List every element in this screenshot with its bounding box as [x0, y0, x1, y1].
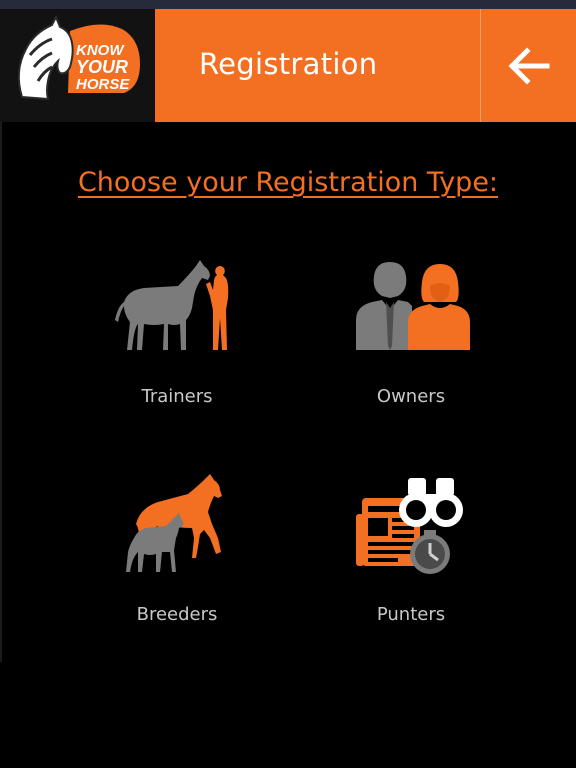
status-bar	[0, 0, 576, 9]
owners-label: Owners	[376, 386, 446, 407]
back-button[interactable]	[481, 9, 576, 122]
owners-people-icon	[356, 262, 470, 350]
breeders-option[interactable]: Breeders	[82, 468, 272, 658]
trainer-horse-icon	[115, 260, 229, 350]
mare-foal-icon	[126, 474, 222, 572]
trainers-label: Trainers	[141, 386, 213, 407]
page-title: Registration	[199, 47, 378, 81]
newspaper-binoculars-stopwatch-icon	[356, 478, 463, 574]
trainers-option[interactable]: Trainers	[82, 250, 272, 440]
arrow-left-icon	[507, 46, 549, 85]
punters-option[interactable]: Punters	[316, 468, 506, 658]
app-header: KNOW YOUR HORSE Registration	[0, 9, 576, 122]
punters-label: Punters	[376, 604, 446, 625]
owners-option[interactable]: Owners	[316, 250, 506, 440]
app-logo: KNOW YOUR HORSE	[0, 9, 155, 122]
registration-type-heading-text: Choose your Registration Type:	[77, 167, 499, 198]
breeders-label: Breeders	[136, 604, 218, 625]
logo-text-line3: HORSE	[76, 76, 130, 93]
logo-text-line2: YOUR	[76, 57, 128, 77]
registration-type-heading: Choose your Registration Type:	[0, 167, 576, 198]
left-edge-line	[0, 122, 2, 662]
